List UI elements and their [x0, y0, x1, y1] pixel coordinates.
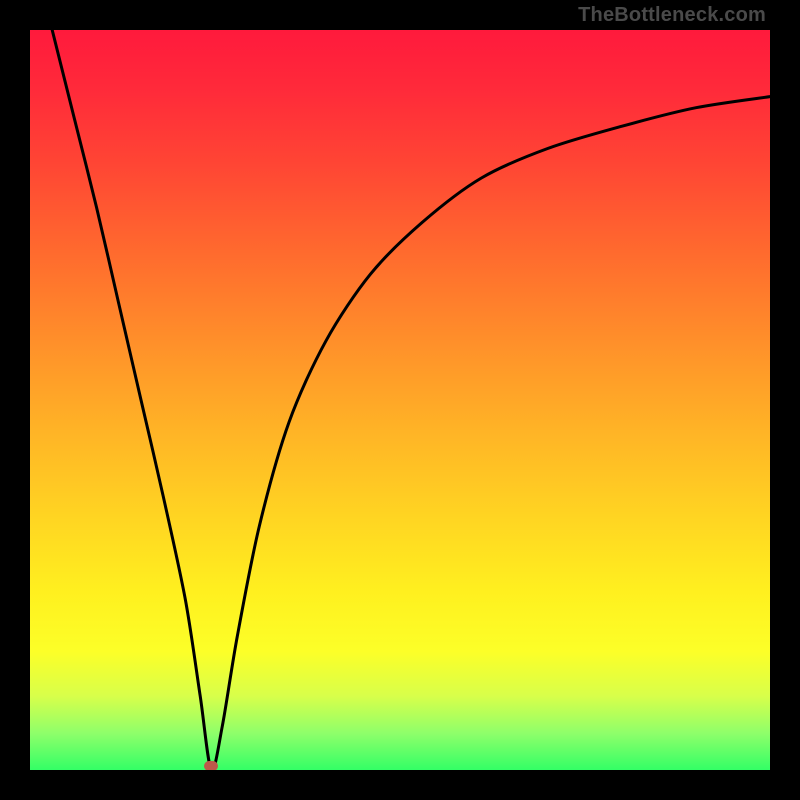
chart-frame: TheBottleneck.com: [0, 0, 800, 800]
bottleneck-curve: [52, 30, 770, 770]
watermark-text: TheBottleneck.com: [578, 4, 766, 27]
minimum-marker: [204, 761, 218, 770]
curve-svg: [30, 30, 770, 770]
plot-area: [30, 30, 770, 770]
